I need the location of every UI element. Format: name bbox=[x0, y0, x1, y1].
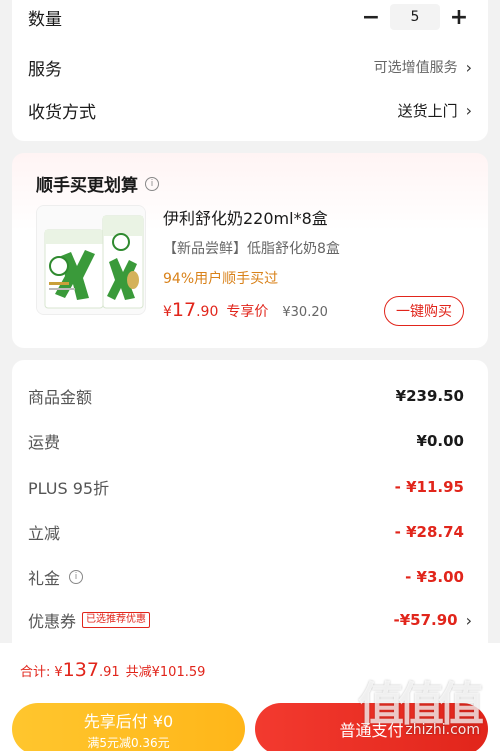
summary-value: -¥57.90 bbox=[393, 611, 458, 629]
quantity-row: 数量 − 5 + bbox=[28, 3, 472, 31]
product-popularity: 94%用户顺手买过 bbox=[163, 271, 279, 287]
delivery-value: 送货上门 › bbox=[398, 100, 472, 121]
summary-label: 优惠券 已选推荐优惠 bbox=[28, 608, 151, 632]
summary-row-discount: 立减 - ¥28.74 bbox=[28, 520, 464, 544]
delivery-row[interactable]: 收货方式 送货上门 › bbox=[28, 96, 472, 124]
service-value: 可选增值服务 › bbox=[374, 57, 472, 77]
product-subtitle: 【新品尝鲜】低脂舒化奶8盒 bbox=[163, 241, 340, 257]
pay-later-label: 先享后付 ¥0 bbox=[83, 711, 174, 731]
summary-value: - ¥11.95 bbox=[394, 478, 464, 496]
milk-box-icon bbox=[37, 206, 145, 314]
recommend-title: 顺手买更划算 i bbox=[36, 171, 159, 196]
summary-row-coupon[interactable]: 优惠券 已选推荐优惠 -¥57.90 › bbox=[28, 608, 472, 632]
order-options-card: 数量 − 5 + 服务 可选增值服务 › 收货方式 送货上门 › bbox=[12, 0, 488, 141]
summary-value: - ¥28.74 bbox=[394, 523, 464, 541]
summary-label: 礼金 i bbox=[28, 565, 84, 589]
summary-row-goods: 商品金额 ¥239.50 bbox=[28, 384, 464, 408]
pay-later-button[interactable]: 先享后付 ¥0 满5元减0.36元 bbox=[12, 703, 245, 751]
info-icon[interactable]: i bbox=[69, 570, 84, 584]
service-row[interactable]: 服务 可选增值服务 › bbox=[28, 53, 472, 81]
product-image[interactable] bbox=[36, 205, 146, 315]
summary-label: 运费 bbox=[28, 433, 61, 452]
quantity-stepper: − 5 + bbox=[358, 4, 472, 30]
summary-label-text: 优惠券 bbox=[28, 612, 77, 631]
chevron-right-icon: › bbox=[465, 100, 472, 120]
summary-row-shipping: 运费 ¥0.00 bbox=[28, 429, 464, 453]
total-line: 合计: ¥ 137 .91 共减¥101.59 bbox=[20, 659, 205, 681]
delivery-label: 收货方式 bbox=[28, 102, 96, 123]
price-decimal: .90 bbox=[196, 304, 219, 320]
total-savings: 共减¥101.59 bbox=[125, 665, 206, 680]
summary-value: ¥239.50 bbox=[395, 387, 464, 405]
summary-row-gift: 礼金 i - ¥3.00 bbox=[28, 565, 464, 589]
summary-label: 立减 bbox=[28, 524, 61, 543]
one-click-buy-button[interactable]: 一键购买 bbox=[384, 296, 464, 326]
coupon-value: -¥57.90 › bbox=[393, 611, 472, 630]
chevron-right-icon: › bbox=[465, 610, 472, 630]
quantity-label: 数量 bbox=[28, 9, 62, 30]
summary-value: - ¥3.00 bbox=[405, 568, 464, 586]
minus-button[interactable]: − bbox=[358, 4, 384, 30]
total-decimal: .91 bbox=[98, 665, 120, 680]
summary-label-text: 礼金 bbox=[28, 569, 61, 588]
price-symbol: ¥ bbox=[163, 304, 172, 320]
chevron-right-icon: › bbox=[465, 57, 472, 77]
plus-button[interactable]: + bbox=[446, 4, 472, 30]
product-price: ¥ 17 .90 专享价 ¥30.20 bbox=[163, 299, 328, 321]
total-label: 合计: bbox=[20, 665, 51, 680]
service-label: 服务 bbox=[28, 59, 62, 80]
recommend-card: 顺手买更划算 i 伊利舒化奶220ml*8盒 【新品尝鲜】低脂舒化奶8盒 94%… bbox=[12, 153, 488, 348]
recommend-title-text: 顺手买更划算 bbox=[36, 176, 138, 196]
pay-later-subtitle: 满5元减0.36元 bbox=[87, 735, 170, 750]
quantity-input[interactable]: 5 bbox=[390, 4, 440, 30]
product-name[interactable]: 伊利舒化奶220ml*8盒 bbox=[163, 205, 328, 229]
total-symbol: ¥ bbox=[54, 665, 63, 680]
total-integer: 137 bbox=[62, 659, 99, 681]
watermark-url: zhizhi.com bbox=[405, 722, 480, 738]
summary-label: 商品金额 bbox=[28, 388, 93, 407]
summary-row-plus: PLUS 95折 - ¥11.95 bbox=[28, 475, 464, 499]
original-price: ¥30.20 bbox=[282, 305, 328, 320]
price-integer: 17 bbox=[171, 299, 197, 321]
watermark: 值值值 zhizhi.com bbox=[358, 668, 488, 748]
service-value-text: 可选增值服务 bbox=[373, 60, 458, 76]
price-summary-card: 商品金额 ¥239.50 运费 ¥0.00 PLUS 95折 - ¥11.95 … bbox=[12, 360, 488, 660]
info-icon[interactable]: i bbox=[145, 176, 159, 191]
summary-label: PLUS 95折 bbox=[28, 479, 110, 498]
coupon-badge: 已选推荐优惠 bbox=[82, 612, 151, 628]
summary-value: ¥0.00 bbox=[416, 432, 464, 450]
delivery-value-text: 送货上门 bbox=[397, 101, 458, 120]
price-tag: 专享价 bbox=[226, 304, 269, 320]
